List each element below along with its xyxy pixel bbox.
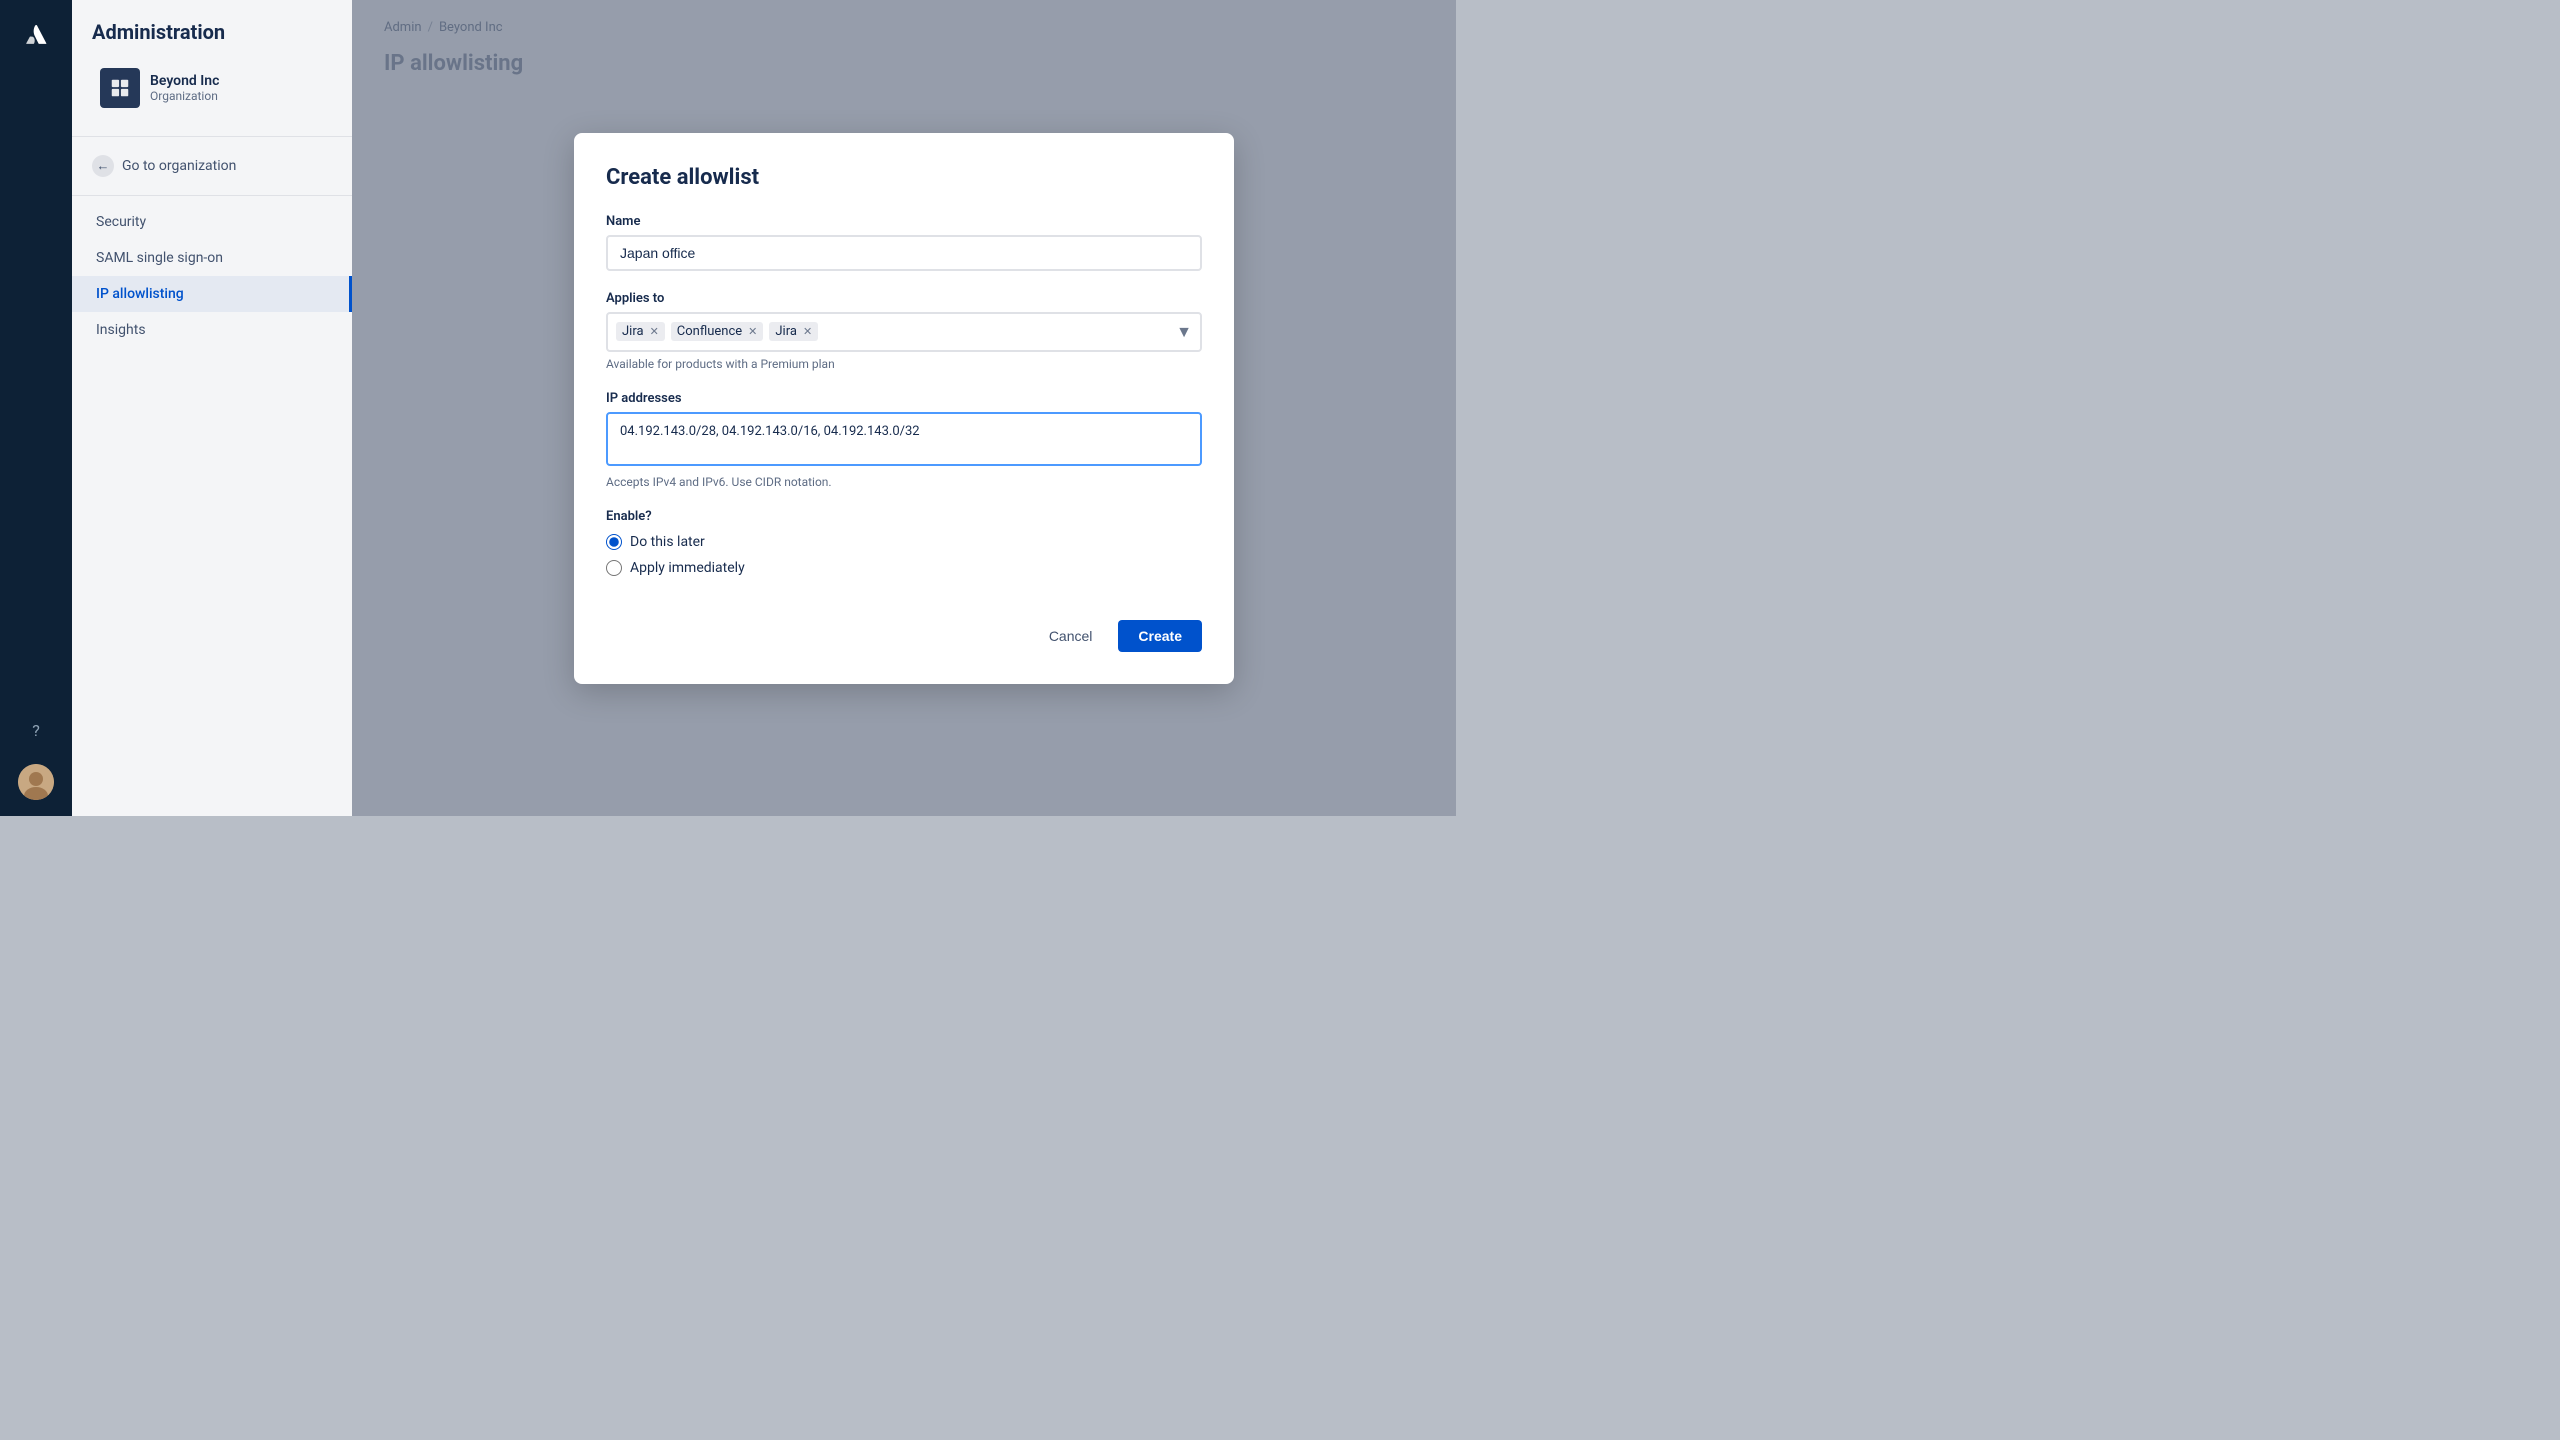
radio-option-immediately[interactable]: Apply immediately: [606, 560, 1202, 576]
ip-label: IP addresses: [606, 391, 1202, 406]
applies-to-select[interactable]: Jira ✕ Confluence ✕ Jira ✕ ▼: [606, 312, 1202, 352]
sidebar-item-ip-allowlisting[interactable]: IP allowlisting: [72, 276, 352, 312]
sidebar: ?: [0, 0, 72, 816]
enable-group: Enable? Do this later Apply immediately: [606, 509, 1202, 576]
main-content: Admin / Beyond Inc IP allowlisting Creat…: [352, 0, 1456, 816]
question-icon: ?: [32, 721, 40, 740]
radio-option-later[interactable]: Do this later: [606, 534, 1202, 550]
tag-jira2[interactable]: Jira ✕: [769, 322, 818, 341]
org-info: Beyond Inc Organization: [150, 73, 219, 103]
go-to-org-link[interactable]: ← Go to organization: [72, 145, 352, 187]
ip-textarea[interactable]: [606, 412, 1202, 466]
sidebar-item-saml[interactable]: SAML single sign-on: [72, 240, 352, 276]
name-input[interactable]: [606, 235, 1202, 271]
tag-jira1[interactable]: Jira ✕: [616, 322, 665, 341]
name-group: Name: [606, 214, 1202, 271]
create-allowlist-modal: Create allowlist Name Applies to Jira ✕ …: [574, 133, 1234, 684]
tag-confluence-label: Confluence: [677, 324, 742, 339]
tag-jira2-label: Jira: [775, 324, 797, 339]
radio-immediately[interactable]: [606, 560, 622, 576]
modal-overlay: Create allowlist Name Applies to Jira ✕ …: [352, 0, 1456, 816]
modal-footer: Cancel Create: [606, 604, 1202, 652]
org-type: Organization: [150, 89, 219, 103]
name-label: Name: [606, 214, 1202, 229]
ip-hint: Accepts IPv4 and IPv6. Use CIDR notation…: [606, 475, 1202, 489]
cancel-button[interactable]: Cancel: [1033, 620, 1109, 652]
radio-later-label: Do this later: [630, 534, 705, 550]
user-avatar[interactable]: [18, 764, 54, 800]
help-button[interactable]: ?: [18, 712, 54, 748]
tag-confluence[interactable]: Confluence ✕: [671, 322, 764, 341]
go-to-org-label: Go to organization: [122, 158, 236, 174]
applies-hint: Available for products with a Premium pl…: [606, 357, 1202, 371]
nav-header: Administration Beyond Inc Organization: [72, 20, 352, 137]
applies-to-label: Applies to: [606, 291, 1202, 306]
chevron-down-icon: ▼: [1176, 322, 1192, 342]
sidebar-item-security[interactable]: Security: [72, 204, 352, 240]
nav-divider: [72, 195, 352, 196]
applies-to-group: Applies to Jira ✕ Confluence ✕ Jira ✕ ▼: [606, 291, 1202, 371]
tag-jira2-remove[interactable]: ✕: [803, 326, 812, 337]
radio-group: Do this later Apply immediately: [606, 534, 1202, 576]
org-card: Beyond Inc Organization: [92, 60, 332, 116]
back-icon: ←: [92, 155, 114, 177]
sidebar-bottom: ?: [18, 712, 54, 816]
enable-label: Enable?: [606, 509, 1202, 524]
atlassian-logo[interactable]: [18, 16, 54, 52]
radio-later[interactable]: [606, 534, 622, 550]
tag-jira1-label: Jira: [622, 324, 644, 339]
left-navigation: Administration Beyond Inc Organization ←…: [72, 0, 352, 816]
radio-immediately-label: Apply immediately: [630, 560, 745, 576]
modal-title: Create allowlist: [606, 165, 1202, 190]
ip-addresses-group: IP addresses Accepts IPv4 and IPv6. Use …: [606, 391, 1202, 489]
admin-title: Administration: [92, 20, 332, 44]
create-button[interactable]: Create: [1118, 620, 1202, 652]
tag-jira1-remove[interactable]: ✕: [650, 326, 659, 337]
org-icon: [100, 68, 140, 108]
org-name: Beyond Inc: [150, 73, 219, 89]
sidebar-item-insights[interactable]: Insights: [72, 312, 352, 348]
tag-confluence-remove[interactable]: ✕: [748, 326, 757, 337]
